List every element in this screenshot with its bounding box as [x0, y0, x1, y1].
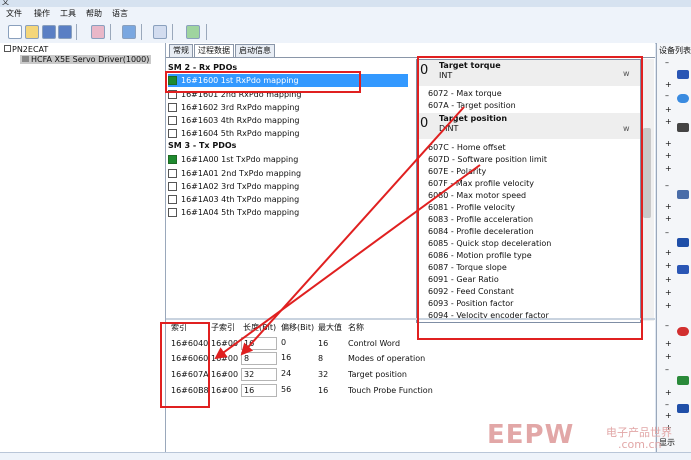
arrow-line [240, 106, 465, 356]
watermark-domain: .com.cn [618, 438, 662, 451]
watermark-logo: EEPW [487, 420, 575, 450]
arrow-line [214, 164, 481, 360]
annotation-arrows [214, 106, 481, 360]
